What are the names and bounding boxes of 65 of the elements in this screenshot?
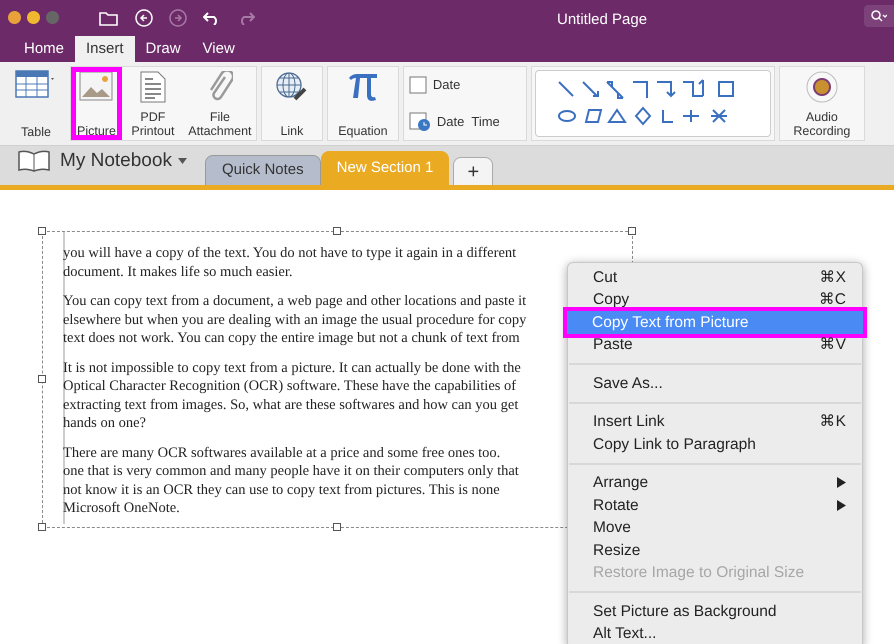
ribbon-tab[interactable]: Draw — [134, 36, 192, 62]
search-button[interactable] — [864, 5, 894, 27]
section-tab[interactable]: Quick Notes — [204, 155, 321, 185]
folder-icon[interactable] — [99, 10, 119, 26]
text-line: You can copy text from a document, a web page and other locations and paste it — [63, 292, 526, 310]
menu-item[interactable]: Rotate — [568, 494, 862, 516]
ribbon-picture-button[interactable]: Picture — [71, 67, 122, 140]
resize-handle[interactable] — [38, 227, 46, 235]
text-line: extracting text from images. So, what are these softwares and how can you get — [63, 396, 518, 414]
text-line: Microsoft OneNote. — [63, 499, 180, 518]
menu-item[interactable]: Set Picture as Background — [568, 600, 862, 622]
document-icon — [138, 71, 167, 103]
menu-item[interactable]: Arrange — [568, 472, 862, 494]
menu-item[interactable]: Cut ⌘X — [568, 266, 862, 288]
menu-item[interactable]: Paste ⌘V — [568, 334, 862, 356]
close-window-button[interactable] — [8, 11, 21, 24]
add-section-button[interactable]: + — [453, 157, 494, 185]
text-line: document. It makes life so much easier. — [63, 262, 293, 281]
picture-icon — [79, 71, 114, 101]
menu-item[interactable]: Copy ⌘C — [568, 288, 862, 311]
date-button[interactable]: Date — [408, 75, 521, 95]
ribbon-tab[interactable]: Insert — [75, 36, 135, 62]
ribbon-tab[interactable]: Home — [13, 36, 76, 62]
submenu-arrow-icon — [837, 500, 846, 511]
menu-item[interactable]: Copy Link to Paragraph — [568, 433, 862, 456]
ribbon-pdf-printout-button[interactable]: PDF Printout — [122, 67, 184, 140]
submenu-arrow-icon — [837, 477, 846, 488]
notebook-icon — [18, 150, 50, 172]
calendar-clock-icon — [408, 112, 431, 132]
text-line: hands on one? — [63, 414, 146, 432]
notebook-selector[interactable]: My Notebook — [60, 146, 187, 175]
ribbon-equation-button[interactable]: Equation — [328, 67, 398, 140]
resize-handle[interactable] — [38, 375, 46, 383]
resize-handle[interactable] — [333, 227, 341, 235]
ribbon-audio-recording-button[interactable]: Audio Recording — [780, 67, 864, 140]
ribbon-tab[interactable]: View — [192, 36, 246, 62]
resize-handle[interactable] — [38, 523, 46, 531]
resize-handle[interactable] — [333, 523, 341, 531]
caret-icon — [178, 158, 187, 164]
menu-item[interactable]: Alt Text... — [568, 622, 862, 644]
text-line: not know it is an OCR they can use to copy text from pictures. This is none — [63, 480, 500, 499]
ribbon-table-button[interactable]: Table — [6, 66, 66, 141]
text-line: Optical Character Recognition (OCR) software. These have the capabilities of — [63, 377, 516, 396]
text-line: elsewhere but when you are dealing with an image the usual procedure for copy — [63, 310, 526, 329]
text-line: one that is very common and many people have it on their computers only that — [63, 462, 519, 480]
window-title: Untitled Page — [557, 10, 648, 30]
calendar-icon — [408, 76, 427, 94]
menu-item[interactable]: Save As... — [568, 372, 862, 394]
record-icon — [806, 71, 838, 103]
date-time-button[interactable]: Date Time — [408, 112, 521, 132]
table-icon — [15, 70, 57, 100]
search-icon — [871, 10, 887, 22]
minimize-window-button[interactable] — [27, 11, 40, 24]
ribbon-file-attachment-button[interactable]: File Attachment — [184, 67, 256, 140]
text-line: text does not work. You can copy the entire image but not a chunk of text from — [63, 329, 520, 348]
forward-icon[interactable] — [169, 8, 187, 26]
text-line: It is not impossible to copy text from a picture. It can actually be done with the — [63, 358, 521, 377]
text-line: you will have a copy of the text. You do not have to type it again in a different — [63, 244, 516, 262]
back-icon[interactable] — [135, 8, 153, 26]
ribbon-link-button[interactable]: Link — [262, 67, 322, 140]
menu-item[interactable]: Insert Link ⌘K — [568, 410, 862, 433]
menu-item[interactable]: Resize — [568, 539, 862, 562]
text-line: There are many OCR softwares available at a price and some free ones too. — [63, 444, 500, 462]
resize-handle[interactable] — [628, 227, 636, 235]
menu-item[interactable]: Move — [568, 516, 862, 539]
